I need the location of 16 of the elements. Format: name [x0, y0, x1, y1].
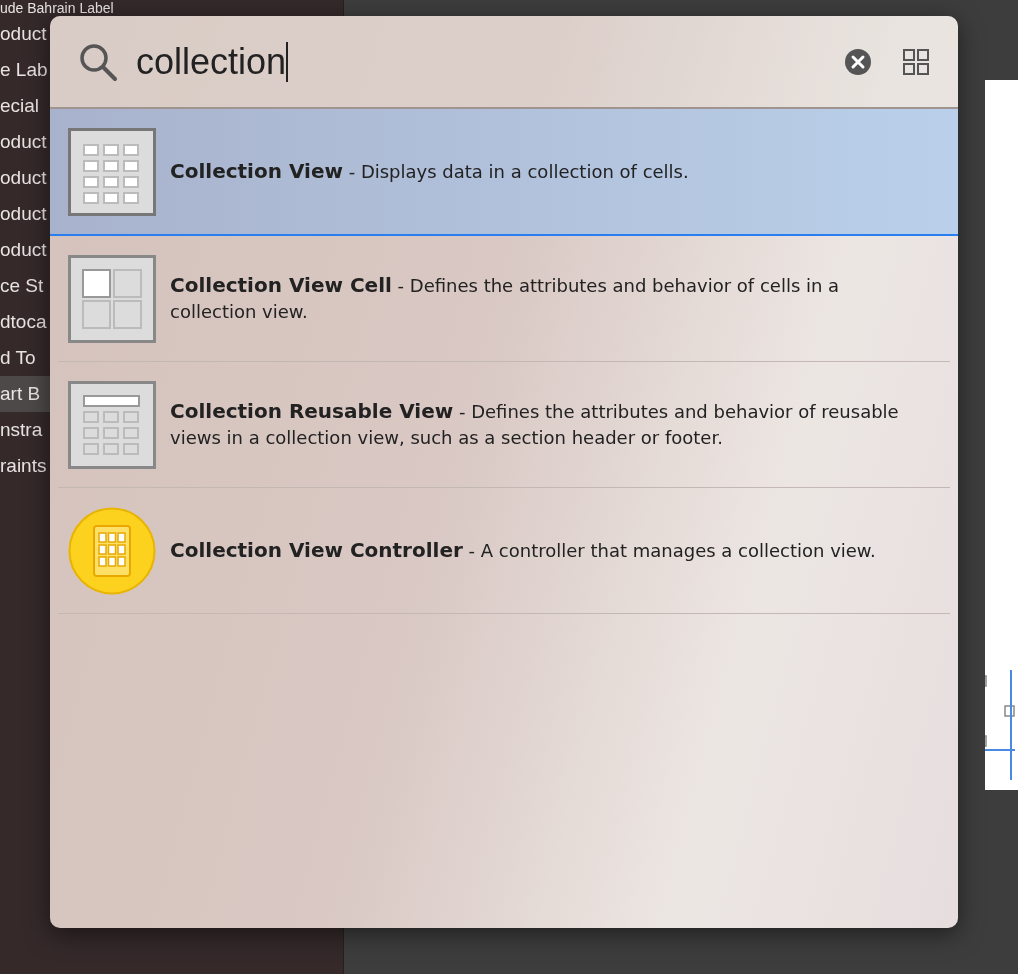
controller-grid-icon — [68, 506, 156, 595]
result-description: Collection View Controller - A controller that manages a collection view. — [170, 537, 876, 564]
collection-grid-icon — [68, 127, 156, 216]
clear-icon[interactable] — [844, 47, 872, 76]
cell-grid-icon — [68, 254, 156, 343]
search-icon — [78, 41, 118, 82]
grid-view-icon[interactable] — [902, 47, 930, 76]
result-description: Collection Reusable View - Defines the attributes and behavior of reusable views in a collection view, such as a section header or footer. — [170, 398, 900, 450]
result-row[interactable]: Collection View Controller - A controller that manages a collection view. — [58, 488, 950, 614]
sidebar-item[interactable]: ude Bahrain Label — [0, 0, 343, 16]
header-grid-icon — [68, 380, 156, 469]
result-row[interactable]: Collection View - Displays data in a collection of cells. — [50, 109, 958, 236]
result-description: Collection View Cell - Defines the attributes and behavior of cells in a collection view. — [170, 272, 841, 324]
result-description: Collection View - Displays data in a collection of cells. — [170, 158, 689, 185]
result-row[interactable]: Collection Reusable View - Defines the attributes and behavior of reusable views in a collection view, such as a section header or footer. — [58, 362, 950, 488]
result-row[interactable]: Collection View Cell - Defines the attributes and behavior of cells in a collection view. — [58, 236, 950, 362]
